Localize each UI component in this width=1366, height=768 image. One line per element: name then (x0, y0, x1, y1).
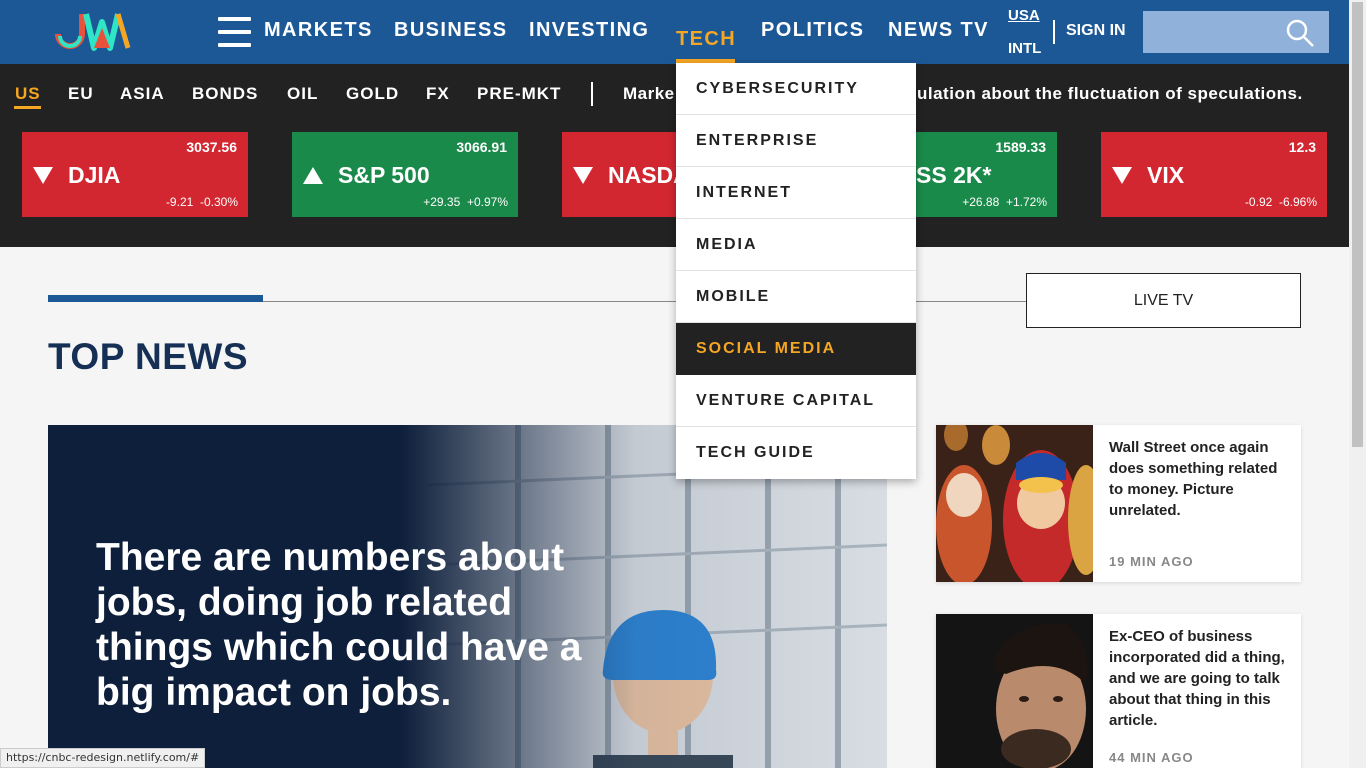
card-price: 3066.91 (456, 139, 507, 155)
card-name: SS 2K* (916, 162, 992, 188)
market-divider (591, 82, 593, 106)
market-card-djia[interactable]: 3037.56 DJIA -9.21 -0.30% (22, 132, 248, 217)
market-tab-underline (14, 106, 41, 109)
card-price: 3037.56 (186, 139, 237, 155)
dropdown-item-social-media[interactable]: SOCIAL MEDIA (676, 323, 916, 375)
market-tab-oil[interactable]: OIL (287, 84, 318, 104)
dropdown-item-tech-guide[interactable]: TECH GUIDE (676, 427, 916, 479)
side-story-title: Wall Street once again does something re… (1109, 439, 1278, 519)
arrow-up-icon (303, 167, 323, 184)
market-card-sp500[interactable]: 3066.91 S&P 500 +29.35 +0.97% (292, 132, 518, 217)
side-story-time: 44 MIN AGO (1109, 750, 1194, 765)
nav-business[interactable]: BUSINESS (394, 19, 507, 42)
live-tv-button[interactable]: LIVE TV (1026, 273, 1301, 328)
market-tab-bonds[interactable]: BONDS (192, 84, 258, 104)
dropdown-item-internet[interactable]: INTERNET (676, 167, 916, 219)
region-usa[interactable]: USA (1008, 7, 1040, 24)
scrollbar-thumb[interactable] (1352, 2, 1363, 447)
dropdown-item-mobile[interactable]: MOBILE (676, 271, 916, 323)
card-price: 12.3 (1288, 139, 1316, 155)
dropdown-item-media[interactable]: MEDIA (676, 219, 916, 271)
nav-tech[interactable]: TECH (676, 28, 736, 51)
card-change: +26.88 +1.72% (962, 195, 1047, 209)
market-tab-asia[interactable]: ASIA (120, 84, 165, 104)
side-story-title: Ex-CEO of business incorporated did a th… (1109, 628, 1285, 729)
card-name: DJIA (68, 162, 121, 188)
side-story-card[interactable]: Ex-CEO of business incorporated did a th… (936, 614, 1301, 768)
nav-news-tv[interactable]: NEWS TV (888, 19, 989, 42)
arrow-down-icon (573, 167, 593, 184)
section-title: TOP NEWS (48, 336, 249, 377)
dropdown-item-enterprise[interactable]: ENTERPRISE (676, 115, 916, 167)
nav-investing[interactable]: INVESTING (529, 19, 649, 42)
ticker-text-left: Marke (623, 84, 675, 103)
nav-markets[interactable]: MARKETS (264, 19, 373, 42)
side-story-image (936, 425, 1093, 582)
market-tab-eu[interactable]: EU (68, 84, 94, 104)
side-story-image (936, 614, 1093, 768)
tech-dropdown-menu: CYBERSECURITY ENTERPRISE INTERNET MEDIA … (676, 63, 916, 479)
site-header: MARKETS BUSINESS INVESTING TECH POLITICS… (0, 0, 1349, 64)
nav-politics[interactable]: POLITICS (761, 19, 864, 42)
section-accent-bar (48, 295, 263, 302)
region-intl[interactable]: INTL (1008, 40, 1041, 57)
ticker-text-right: ulation about the fluctuation of specula… (917, 84, 1303, 103)
market-tab-gold[interactable]: GOLD (346, 84, 399, 104)
dropdown-item-cybersecurity[interactable]: CYBERSECURITY (676, 63, 916, 115)
jw-logo-icon[interactable] (54, 10, 132, 54)
search-icon[interactable] (1285, 18, 1315, 48)
menu-icon[interactable] (218, 17, 252, 47)
card-name: S&P 500 (338, 162, 430, 188)
market-tab-fx[interactable]: FX (426, 84, 450, 104)
arrow-down-icon (33, 167, 53, 184)
card-change: -0.92 -6.96% (1244, 195, 1317, 209)
market-tab-pre-mkt[interactable]: PRE-MKT (477, 84, 561, 104)
side-story-time: 19 MIN AGO (1109, 554, 1194, 569)
dropdown-item-venture-capital[interactable]: VENTURE CAPITAL (676, 375, 916, 427)
side-story-card[interactable]: Wall Street once again does something re… (936, 425, 1301, 582)
card-name: VIX (1147, 162, 1185, 188)
status-bar-url: https://cnbc-redesign.netlify.com/# (0, 748, 206, 768)
arrow-down-icon (1112, 167, 1132, 184)
card-change: +29.35 +0.97% (423, 195, 508, 209)
card-price: 1589.33 (995, 139, 1046, 155)
hero-headline[interactable]: There are numbers about jobs, doing job … (96, 535, 586, 715)
market-tab-us[interactable]: US (15, 84, 41, 104)
header-divider (1053, 20, 1055, 44)
card-change: -9.21 -0.30% (165, 195, 238, 209)
sign-in-link[interactable]: SIGN IN (1066, 22, 1126, 40)
market-card-vix[interactable]: 12.3 VIX -0.92 -6.96% (1101, 132, 1327, 217)
